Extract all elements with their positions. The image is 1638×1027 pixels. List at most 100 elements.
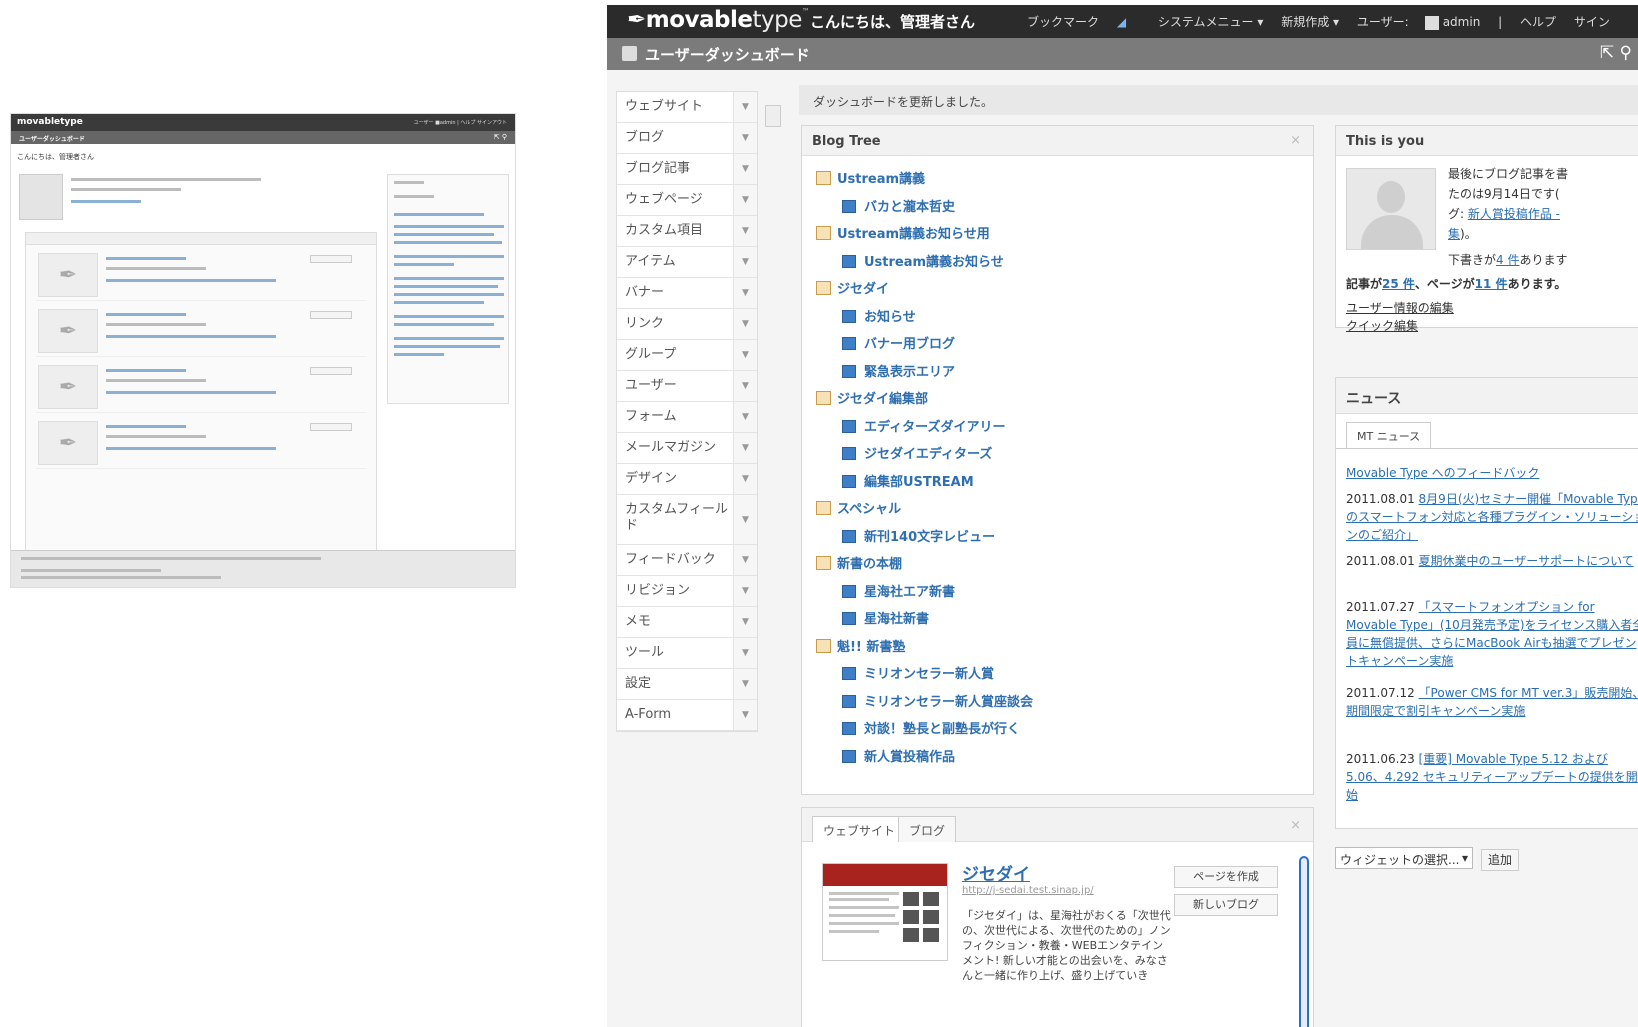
tree-blog-item[interactable]: 星海社新書 [842,608,929,627]
tab-mt-news[interactable]: MT ニュース [1346,422,1432,448]
chevron-down-icon[interactable] [733,309,757,339]
chevron-down-icon[interactable] [733,216,757,246]
thumb-avatar [19,174,63,220]
new-blog-button[interactable]: 新しいブログ [1174,894,1278,916]
close-icon[interactable]: × [1290,818,1301,833]
tab-blog[interactable]: ブログ [898,816,957,842]
sidebar-item[interactable]: メモ [617,607,757,638]
chevron-down-icon[interactable] [733,154,757,184]
sidebar-item[interactable]: ブログ [617,123,757,154]
scrollbar[interactable] [1299,856,1309,1027]
sidebar-item[interactable]: メールマガジン [617,433,757,464]
blog-prefix: グ: [1448,207,1468,221]
blog-url-link[interactable]: http://j-sedai.test.sinap.jp/ [962,885,1094,896]
blog-name-link[interactable]: ジセダイ [962,860,1030,885]
chevron-down-icon[interactable] [733,700,757,730]
tree-blog-item[interactable]: 緊急表示エリア [842,361,955,380]
chevron-down-icon[interactable] [733,185,757,215]
chevron-down-icon[interactable] [733,495,757,544]
chevron-down-icon[interactable] [733,576,757,606]
tree-blog-item[interactable]: ジセダイエディターズ [842,443,992,462]
last-post-blog-link-end[interactable]: 集 [1448,227,1460,241]
sidebar-item[interactable]: フォーム [617,402,757,433]
sidebar-item[interactable]: ブログ記事 [617,154,757,185]
bookmark-menu[interactable]: ブックマーク ◢ [1027,15,1140,29]
news-item: Movable Type へのフィードバック [1346,464,1638,482]
news-link[interactable]: 夏期休業中のユーザーサポートについて [1419,554,1634,568]
chevron-down-icon[interactable] [733,123,757,153]
entries-link[interactable]: 25 件 [1382,277,1415,291]
search-icon[interactable]: ⚲ [1620,43,1632,63]
tree-blog-item[interactable]: バナー用ブログ [842,333,955,352]
tree-blog-item[interactable]: 新刊140文字レビュー [842,526,995,545]
sidebar-item[interactable]: 設定 [617,669,757,700]
chevron-down-icon[interactable] [733,278,757,308]
close-icon[interactable]: × [1290,133,1301,148]
user-menu[interactable]: ユーザー: admin | [1357,15,1502,30]
news-link[interactable]: Movable Type へのフィードバック [1346,466,1539,480]
tree-item-label: ジセダイ編集部 [837,392,929,407]
sidebar-item[interactable]: アイテム [617,247,757,278]
sidebar-item[interactable]: ウェブページ [617,185,757,216]
tree-website-item[interactable]: 魁!! 新書塾 [816,636,905,655]
sidebar-item[interactable]: リンク [617,309,757,340]
edit-profile-link[interactable]: ユーザー情報の編集 [1346,298,1454,318]
tree-website-item[interactable]: ジセダイ [816,278,889,297]
tree-website-item[interactable]: Ustream講義お知らせ用 [816,223,990,242]
sidebar-item[interactable]: ウェブサイト [617,92,757,123]
tab-website[interactable]: ウェブサイト [812,816,907,842]
chevron-down-icon[interactable] [733,464,757,494]
chevron-down-icon[interactable] [733,371,757,401]
tree-blog-item[interactable]: Ustream講義お知らせ [842,251,1004,270]
movabletype-logo[interactable]: ✒movabletype™ [627,7,810,33]
last-post-blog-link[interactable]: 新人賞投稿作品 - [1468,207,1560,221]
tree-website-item[interactable]: ジセダイ編集部 [816,388,928,407]
tree-blog-item[interactable]: ミリオンセラー新人賞 [842,663,994,682]
sidebar-item[interactable]: カスタムフィールド [617,495,757,545]
widget-select[interactable]: ウィジェットの選択... [1335,847,1473,869]
pages-link[interactable]: 11 件 [1475,277,1508,291]
tree-blog-item[interactable]: バカと瀧本哲史 [842,196,955,215]
tree-blog-item[interactable]: お知らせ [842,306,916,325]
sidebar-item[interactable]: フィードバック [617,545,757,576]
sidebar-item[interactable]: A-Form [617,700,757,731]
chevron-down-icon[interactable] [733,433,757,463]
sidebar-item[interactable]: ユーザー [617,371,757,402]
chevron-down-icon[interactable] [733,607,757,637]
signout-link[interactable]: サイン [1574,15,1610,29]
chevron-down-icon[interactable] [733,545,757,575]
tree-website-item[interactable]: Ustream講義 [816,168,925,187]
sidebar-item[interactable]: カスタム項目 [617,216,757,247]
help-link[interactable]: ヘルプ [1520,15,1556,29]
chevron-down-icon[interactable] [733,340,757,370]
external-link-icon[interactable]: ⇱ [1600,43,1614,63]
drafts-link[interactable]: 4 件 [1496,253,1519,267]
thumb-footer [11,550,515,587]
chevron-down-icon[interactable] [733,92,757,122]
tree-blog-item[interactable]: 対談！塾長と副塾長が行く [842,718,1020,737]
tree-website-item[interactable]: スペシャル [816,498,901,517]
sidebar-item[interactable]: リビジョン [617,576,757,607]
tree-blog-item[interactable]: エディターズダイアリー [842,416,1005,435]
quick-edit-link[interactable]: クイック編集 [1346,316,1418,336]
dashboard-icon [622,46,637,61]
menu-toggle-icon[interactable] [765,105,781,127]
sidebar-item[interactable]: バナー [617,278,757,309]
chevron-down-icon[interactable] [733,247,757,277]
chevron-down-icon[interactable] [733,402,757,432]
tree-website-item[interactable]: 新書の本棚 [816,553,902,572]
sidebar-item[interactable]: グループ [617,340,757,371]
tree-blog-item[interactable]: ミリオンセラー新人賞座談会 [842,691,1033,710]
system-menu[interactable]: システムメニュー ▾ [1158,15,1263,29]
chevron-down-icon[interactable] [733,638,757,668]
add-widget-button[interactable]: 追加 [1481,849,1519,871]
new-menu[interactable]: 新規作成 ▾ [1281,15,1339,29]
tree-blog-item[interactable]: 編集部USTREAM [842,471,974,490]
create-page-button[interactable]: ページを作成 [1174,866,1278,888]
chevron-down-icon[interactable] [733,669,757,699]
sidebar-item[interactable]: デザイン [617,464,757,495]
drafts-line: 下書きが4 件あります [1448,250,1567,270]
tree-blog-item[interactable]: 新人賞投稿作品 [842,746,955,765]
tree-blog-item[interactable]: 星海社エア新書 [842,581,955,600]
sidebar-item[interactable]: ツール [617,638,757,669]
